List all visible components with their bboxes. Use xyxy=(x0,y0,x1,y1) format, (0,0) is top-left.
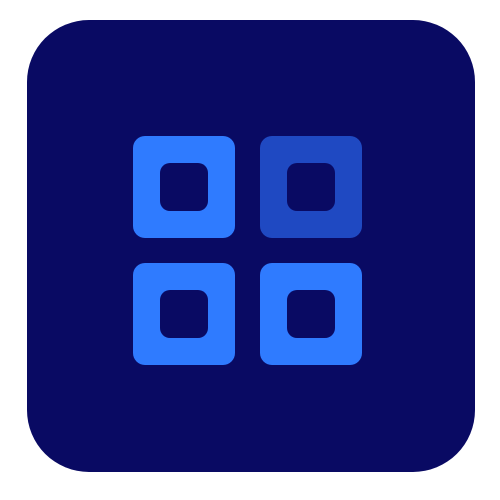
app-icon[interactable] xyxy=(27,20,475,472)
grid-tile-top-right-icon xyxy=(260,136,362,238)
grid-tile-hole xyxy=(287,163,335,211)
grid-tile-hole xyxy=(287,290,335,338)
grid-tile-hole xyxy=(160,290,208,338)
grid-tile-top-left-icon xyxy=(133,136,235,238)
grid-tile-bottom-right-icon xyxy=(260,263,362,365)
grid-tile-hole xyxy=(160,163,208,211)
grid-tile-bottom-left-icon xyxy=(133,263,235,365)
canvas xyxy=(0,0,500,500)
